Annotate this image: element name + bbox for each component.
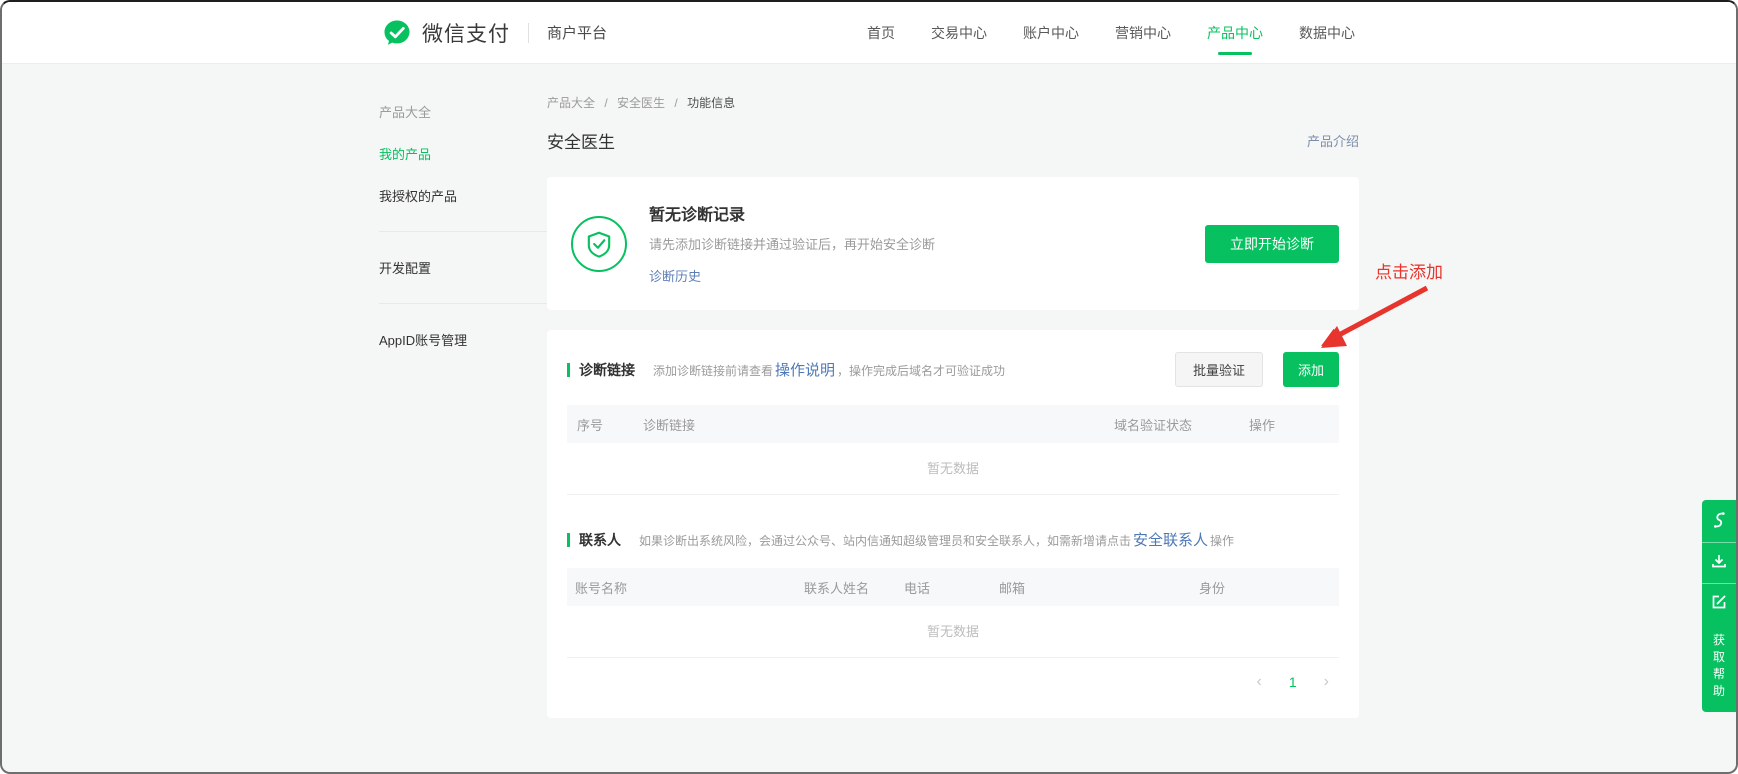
col-contact-name: 联系人姓名 [804, 578, 904, 597]
pagination-current-page[interactable]: 1 [1289, 674, 1297, 690]
main-nav: 首页 交易中心 账户中心 营销中心 产品中心 数据中心 [867, 2, 1355, 64]
feedback-icon[interactable] [1702, 583, 1736, 624]
shield-check-icon [571, 216, 627, 272]
col-phone: 电话 [904, 578, 999, 597]
app-window: 微信支付 商户平台 首页 交易中心 账户中心 营销中心 产品中心 数据中心 产品… [0, 0, 1738, 774]
diagnosis-card-text: 暂无诊断记录 请先添加诊断链接并通过验证后，再开始安全诊断 诊断历史 [649, 201, 935, 286]
brand: 微信支付 商户平台 [382, 18, 607, 48]
diagnosis-links-desc: 添加诊断链接前请查看操作说明，操作完成后域名才可验证成功 [653, 359, 1005, 380]
product-intro-link[interactable]: 产品介绍 [1307, 131, 1359, 150]
diagnosis-links-title: 诊断链接 [579, 360, 635, 380]
main-content: 产品大全 / 安全医生 / 功能信息 安全医生 产品介绍 暂 [547, 64, 1359, 718]
col-action: 操作 [1249, 415, 1339, 434]
nav-marketing-center[interactable]: 营销中心 [1115, 2, 1171, 64]
col-account-name: 账号名称 [567, 578, 804, 597]
contacts-table: 账号名称 联系人姓名 电话 邮箱 身份 暂无数据 [567, 568, 1339, 658]
contacts-desc: 如果诊断出系统风险，会通过公众号、站内信通知超级管理员和安全联系人，如需新增请点… [639, 529, 1234, 550]
download-icon[interactable] [1702, 542, 1736, 583]
links-table-header: 序号 诊断链接 域名验证状态 操作 [567, 405, 1339, 443]
diagnosis-empty-subtitle: 请先添加诊断链接并通过验证后，再开始安全诊断 [649, 234, 935, 253]
sidebar: 产品大全 我的产品 我授权的产品 开发配置 AppID账号管理 [379, 64, 547, 718]
get-help-button[interactable]: 获取帮助 [1712, 632, 1726, 700]
col-identity: 身份 [1199, 578, 1339, 597]
sidebar-item-dev-config[interactable]: 开发配置 [379, 258, 547, 277]
col-email: 邮箱 [999, 578, 1199, 597]
pagination-prev-icon[interactable]: ‹ [1257, 674, 1262, 690]
breadcrumb-separator: / [604, 96, 607, 110]
nav-data-center[interactable]: 数据中心 [1299, 2, 1355, 64]
sidebar-divider [379, 303, 547, 304]
nav-transaction-center[interactable]: 交易中心 [931, 2, 987, 64]
sidebar-item-all-products[interactable]: 产品大全 [379, 102, 547, 121]
help-floatbar: 获取帮助 [1702, 500, 1736, 712]
section-accent-bar [567, 533, 570, 547]
col-domain-status: 域名验证状态 [1114, 415, 1249, 434]
brand-divider [528, 23, 529, 43]
diagnosis-links-table: 序号 诊断链接 域名验证状态 操作 暂无数据 [567, 405, 1339, 495]
desc-suffix: ，操作完成后域名才可验证成功 [837, 364, 1005, 378]
sidebar-divider [379, 231, 547, 232]
links-table-empty: 暂无数据 [567, 443, 1339, 495]
contacts-table-empty: 暂无数据 [567, 606, 1339, 658]
contacts-title: 联系人 [579, 530, 621, 550]
sidebar-item-my-products[interactable]: 我的产品 [379, 144, 547, 163]
hotline-icon[interactable] [1702, 502, 1736, 542]
breadcrumb-all-products[interactable]: 产品大全 [547, 96, 595, 110]
detail-card: 诊断链接 添加诊断链接前请查看操作说明，操作完成后域名才可验证成功 批量验证 添… [547, 330, 1359, 718]
breadcrumb-security-doctor[interactable]: 安全医生 [617, 96, 665, 110]
diagnosis-links-header: 诊断链接 添加诊断链接前请查看操作说明，操作完成后域名才可验证成功 批量验证 添… [567, 352, 1339, 387]
diagnosis-history-link[interactable]: 诊断历史 [649, 266, 701, 285]
sidebar-item-authorized-products[interactable]: 我授权的产品 [379, 186, 547, 205]
security-contact-link[interactable]: 安全联系人 [1133, 532, 1208, 549]
contacts-table-header: 账号名称 联系人姓名 电话 邮箱 身份 [567, 568, 1339, 606]
nav-home[interactable]: 首页 [867, 2, 895, 64]
batch-verify-button[interactable]: 批量验证 [1175, 352, 1263, 387]
nav-product-center[interactable]: 产品中心 [1207, 2, 1263, 64]
breadcrumb-feature-info: 功能信息 [687, 96, 735, 110]
diagnosis-empty-title: 暂无诊断记录 [649, 201, 935, 225]
links-header-buttons: 批量验证 添加 [1175, 352, 1339, 387]
pagination-next-icon[interactable]: › [1324, 674, 1329, 690]
start-diagnosis-button[interactable]: 立即开始诊断 [1205, 225, 1339, 263]
add-link-button[interactable]: 添加 [1283, 352, 1339, 387]
breadcrumb-separator: / [674, 96, 677, 110]
topbar: 微信支付 商户平台 首页 交易中心 账户中心 营销中心 产品中心 数据中心 [2, 2, 1736, 64]
col-serial: 序号 [567, 415, 643, 434]
operation-guide-link[interactable]: 操作说明 [775, 362, 835, 379]
breadcrumb: 产品大全 / 安全医生 / 功能信息 [547, 94, 1359, 111]
brand-name: 微信支付 [422, 18, 510, 48]
desc-prefix: 添加诊断链接前请查看 [653, 364, 773, 378]
portal-label: 商户平台 [547, 22, 607, 43]
desc-suffix: 操作 [1210, 534, 1234, 548]
title-row: 安全医生 产品介绍 [547, 128, 1359, 153]
wechat-pay-logo-icon [382, 18, 412, 48]
contacts-header: 联系人 如果诊断出系统风险，会通过公众号、站内信通知超级管理员和安全联系人，如需… [567, 529, 1339, 550]
col-link: 诊断链接 [643, 415, 1114, 434]
nav-account-center[interactable]: 账户中心 [1023, 2, 1079, 64]
diagnosis-card: 暂无诊断记录 请先添加诊断链接并通过验证后，再开始安全诊断 诊断历史 立即开始诊… [547, 177, 1359, 310]
desc-prefix: 如果诊断出系统风险，会通过公众号、站内信通知超级管理员和安全联系人，如需新增请点… [639, 534, 1131, 548]
sidebar-item-appid-management[interactable]: AppID账号管理 [379, 330, 547, 349]
section-accent-bar [567, 363, 570, 377]
page-body: 产品大全 我的产品 我授权的产品 开发配置 AppID账号管理 产品大全 / 安… [2, 64, 1736, 718]
page-title: 安全医生 [547, 128, 615, 153]
pagination: ‹ 1 › [567, 658, 1339, 700]
